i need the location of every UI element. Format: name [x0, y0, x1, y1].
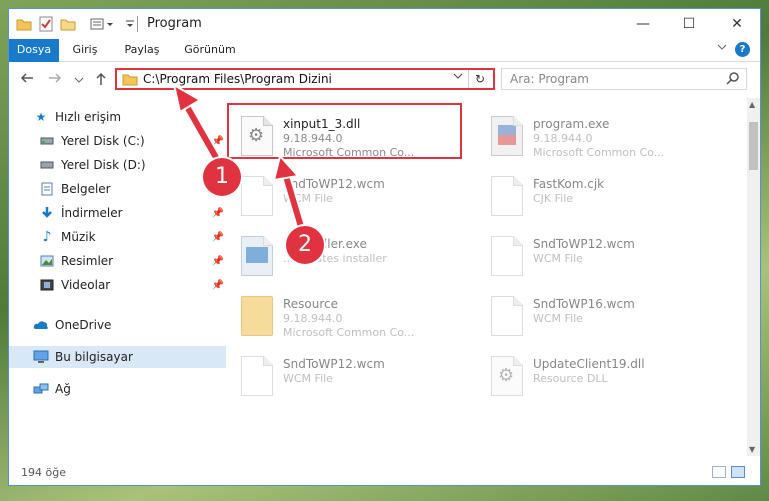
- annotation-arrows: [172, 82, 307, 232]
- arrow-1: [172, 82, 227, 171]
- step-badge-2: 2: [286, 226, 324, 264]
- step-badge-1: 1: [203, 158, 241, 196]
- arrow-2: [272, 153, 307, 232]
